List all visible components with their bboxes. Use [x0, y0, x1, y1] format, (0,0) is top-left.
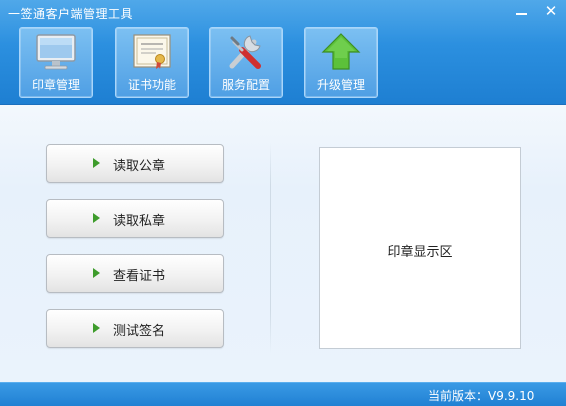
toolbar-upgrade-management[interactable]: 升级管理: [304, 27, 378, 98]
upgrade-arrow-icon: [321, 33, 361, 70]
play-arrow-icon: [93, 158, 100, 168]
toolbar-label: 印章管理: [31, 78, 80, 92]
window-title: 一签通客户端管理工具: [8, 7, 134, 21]
read-private-seal-button[interactable]: 读取私章: [46, 199, 224, 238]
view-certificate-button[interactable]: 查看证书: [46, 254, 224, 293]
play-arrow-icon: [93, 213, 100, 223]
toolbar-seal-management[interactable]: 印章管理: [19, 27, 93, 98]
header: 一签通客户端管理工具 ✕ 印章管理 证书功能 服务配置 升级管理: [0, 0, 566, 105]
close-button[interactable]: ✕: [537, 1, 565, 23]
toolbar-certificate[interactable]: 证书功能: [115, 27, 189, 98]
button-label: 查看证书: [113, 269, 166, 284]
button-label: 读取公章: [113, 159, 166, 174]
play-arrow-icon: [93, 323, 100, 333]
button-label: 测试签名: [113, 324, 166, 339]
tools-icon: [229, 35, 261, 69]
minimize-icon: [515, 13, 527, 15]
minimize-button[interactable]: [507, 1, 535, 23]
close-icon: ✕: [544, 2, 558, 20]
monitor-icon: [36, 34, 76, 70]
toolbar-label: 升级管理: [316, 78, 365, 92]
version-text: 当前版本：V9.9.10: [428, 389, 535, 403]
read-official-seal-button[interactable]: 读取公章: [46, 144, 224, 183]
status-bar: 当前版本：V9.9.10: [0, 382, 566, 406]
button-label: 读取私章: [113, 214, 166, 229]
app-window: 一签通客户端管理工具 ✕ 印章管理 证书功能 服务配置 升级管理 读取公章 读取…: [0, 0, 566, 406]
play-arrow-icon: [93, 268, 100, 278]
seal-display-area: 印章显示区: [319, 147, 521, 349]
test-signature-button[interactable]: 测试签名: [46, 309, 224, 348]
vertical-divider: [270, 143, 271, 353]
certificate-icon: [133, 34, 171, 69]
toolbar-label: 证书功能: [127, 78, 176, 92]
toolbar-service-config[interactable]: 服务配置: [209, 27, 283, 98]
seal-display-label: 印章显示区: [387, 245, 453, 260]
toolbar-label: 服务配置: [221, 78, 270, 92]
main-content: 读取公章 读取私章 查看证书 测试签名 印章显示区: [0, 105, 566, 382]
